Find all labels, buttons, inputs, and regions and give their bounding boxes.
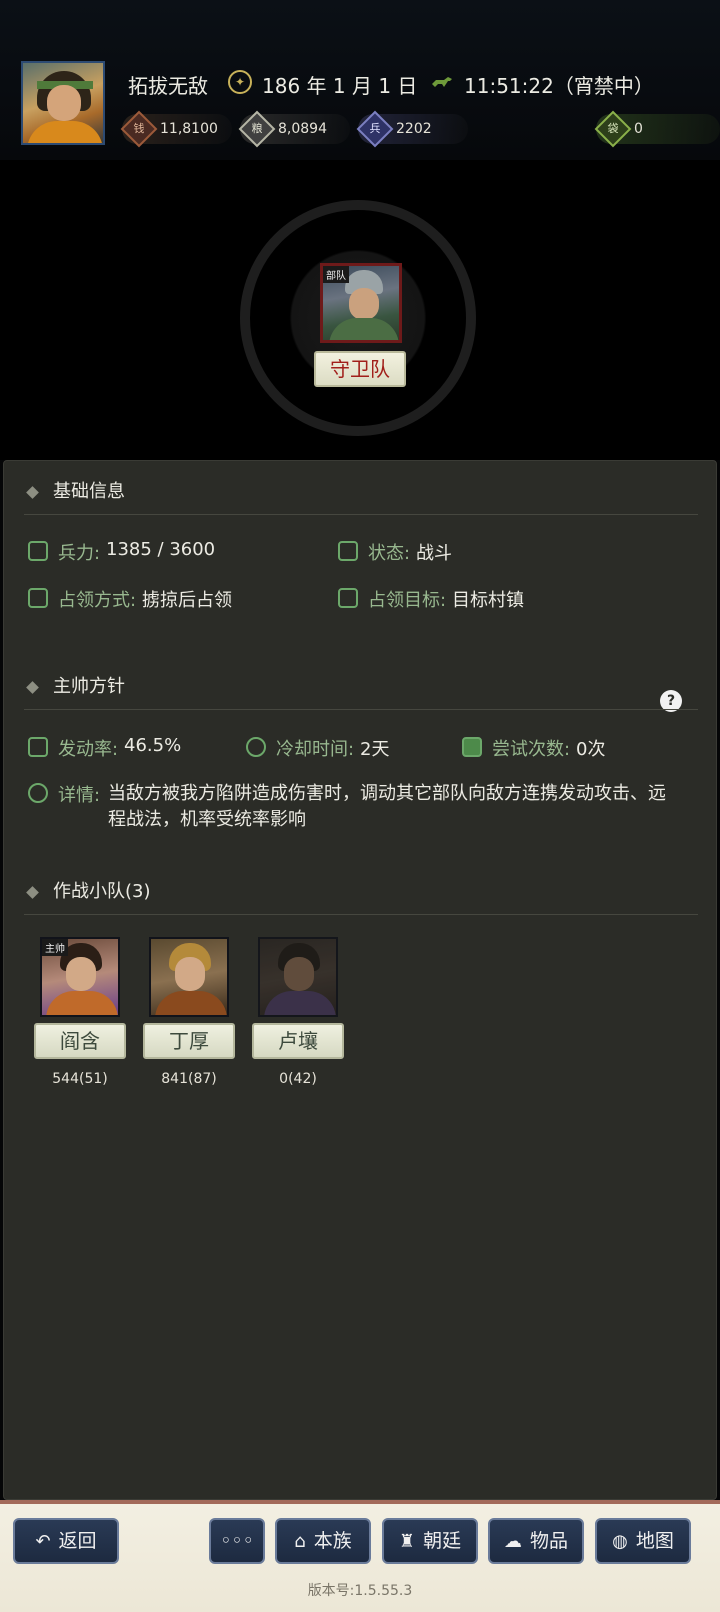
player-name: 拓拔无敌 <box>128 74 208 98</box>
more-button[interactable]: ◦◦◦ <box>209 1518 265 1564</box>
occupy-target-value: 目标村镇 <box>452 590 524 611</box>
game-time: 11:51:22（宵禁中） <box>464 74 654 98</box>
cooldown-value: 2天 <box>360 739 390 760</box>
member-name: 丁厚 <box>143 1023 235 1059</box>
member-stat: 0(42) <box>279 1071 317 1087</box>
member-face <box>175 957 205 991</box>
detail-value: 当敌方被我方陷阱造成伤害时，调动其它部队向敌方连携发动攻击、远程战法，机率受统率… <box>108 783 666 830</box>
items-label: 物品 <box>529 1530 568 1552</box>
rate-value: 46.5% <box>124 735 182 756</box>
rate-label: 发动率: <box>58 739 119 760</box>
member-portrait[interactable] <box>258 937 338 1017</box>
clan-label: 本族 <box>313 1530 352 1552</box>
basic-info-title: 基础信息 <box>26 477 125 503</box>
attempts-label: 尝试次数: <box>492 739 571 760</box>
diamond-bullet-icon <box>26 885 39 899</box>
strategy-title: 主帅方针 <box>26 672 125 698</box>
occupy-mode-value: 掳掠后占领 <box>142 590 232 611</box>
avatar-face <box>47 85 81 121</box>
soldier-resource[interactable]: 兵 2202 <box>356 110 468 148</box>
basic-info-title-text: 基础信息 <box>53 481 125 502</box>
globe-icon: ◍ <box>612 1531 628 1552</box>
items-button[interactable]: ☁ 物品 <box>488 1518 584 1564</box>
treasure-icon: ☁ <box>503 1531 522 1552</box>
member-stat: 544(51) <box>52 1071 108 1087</box>
strength-value: 1385 / 3600 <box>106 539 216 560</box>
member-body <box>46 991 118 1015</box>
book-icon <box>462 737 482 757</box>
clan-icon: ⌂ <box>294 1531 306 1552</box>
troop-tag: 部队 <box>323 266 349 283</box>
map-label: 地图 <box>635 1530 674 1552</box>
person-icon <box>28 541 48 561</box>
map-button[interactable]: ◍ 地图 <box>595 1518 691 1564</box>
member-name: 卢壤 <box>252 1023 344 1059</box>
diamond-bullet-icon <box>26 485 39 499</box>
troop-body <box>329 318 399 340</box>
troop-stage: 部队 守卫队 <box>0 160 720 460</box>
grain-resource[interactable]: 粮 8,0894 <box>238 110 350 148</box>
strength-label: 兵力: <box>58 543 101 564</box>
clan-button[interactable]: ⌂ 本族 <box>275 1518 371 1564</box>
game-date: 186 年 1 月 1 日 <box>262 74 418 98</box>
troop-name: 守卫队 <box>314 351 406 387</box>
member-face <box>284 957 314 991</box>
member-body <box>155 991 227 1015</box>
compass-icon <box>28 783 48 803</box>
bag-icon: 袋 <box>594 110 632 148</box>
back-label: 返回 <box>58 1530 97 1552</box>
cooldown-label: 冷却时间: <box>276 739 355 760</box>
status-value: 战斗 <box>416 543 452 564</box>
diamond-bullet-icon <box>26 680 39 694</box>
palace-icon: ♜ <box>398 1531 416 1552</box>
bag-value: 0 <box>634 121 643 137</box>
occupy-target-label: 占领目标: <box>368 590 447 611</box>
soldier-value: 2202 <box>396 121 432 137</box>
coin-value: 11,8100 <box>160 121 218 137</box>
back-button[interactable]: ↶ 返回 <box>13 1518 119 1564</box>
coin-resource[interactable]: 钱 11,8100 <box>120 110 232 148</box>
grain-value: 8,0894 <box>278 121 327 137</box>
court-button[interactable]: ♜ 朝廷 <box>382 1518 478 1564</box>
undo-icon: ↶ <box>35 1531 51 1552</box>
badge-icon <box>338 588 358 608</box>
member-stat: 841(87) <box>161 1071 217 1087</box>
occupy-mode-label: 占领方式: <box>58 590 137 611</box>
divider <box>24 514 698 515</box>
attempts-value: 0次 <box>576 739 606 760</box>
flag-hand-icon <box>338 541 358 561</box>
coin-icon: 钱 <box>120 110 158 148</box>
member-face <box>66 957 96 991</box>
commander-tag: 主帅 <box>42 939 68 956</box>
version-text: 版本号:1.5.55.3 <box>307 1583 413 1599</box>
more-label: ◦◦◦ <box>220 1530 254 1552</box>
detail-label: 详情: <box>58 785 101 806</box>
troop-face <box>349 288 379 320</box>
bag-resource[interactable]: 袋 0 <box>594 110 720 148</box>
squad-title-text: 作战小队(3) <box>53 881 151 902</box>
troop-portrait[interactable]: 部队 <box>320 263 402 343</box>
squad-title: 作战小队(3) <box>26 877 151 903</box>
badge-icon <box>28 737 48 757</box>
info-panel: 基础信息 兵力: 1385 / 3600 状态: 战斗 占领方式: 掳掠后占领 … <box>3 460 717 1500</box>
strategy-title-text: 主帅方针 <box>53 676 125 697</box>
member-name: 阎含 <box>34 1023 126 1059</box>
divider <box>24 709 698 710</box>
soldier-icon: 兵 <box>356 110 394 148</box>
horse-icon <box>432 77 452 87</box>
bottom-nav: ↶ 返回 ◦◦◦ ⌂ 本族 ♜ 朝廷 ☁ 物品 ◍ 地图 版本号:1.5.55.3 <box>0 1500 720 1612</box>
member-body <box>264 991 336 1015</box>
divider <box>24 914 698 915</box>
member-portrait[interactable]: 主帅 <box>40 937 120 1017</box>
top-bar: 拓拔无敌 ✦ 186 年 1 月 1 日 11:51:22（宵禁中） 钱 11,… <box>0 0 720 160</box>
court-label: 朝廷 <box>423 1530 462 1552</box>
member-portrait[interactable] <box>149 937 229 1017</box>
calendar-icon: ✦ <box>228 70 252 94</box>
checkbox-icon <box>28 588 48 608</box>
player-avatar[interactable] <box>21 61 105 145</box>
avatar-robe <box>27 121 103 143</box>
grain-icon: 粮 <box>238 110 276 148</box>
status-label: 状态: <box>368 543 411 564</box>
cooldown-icon <box>246 737 266 757</box>
